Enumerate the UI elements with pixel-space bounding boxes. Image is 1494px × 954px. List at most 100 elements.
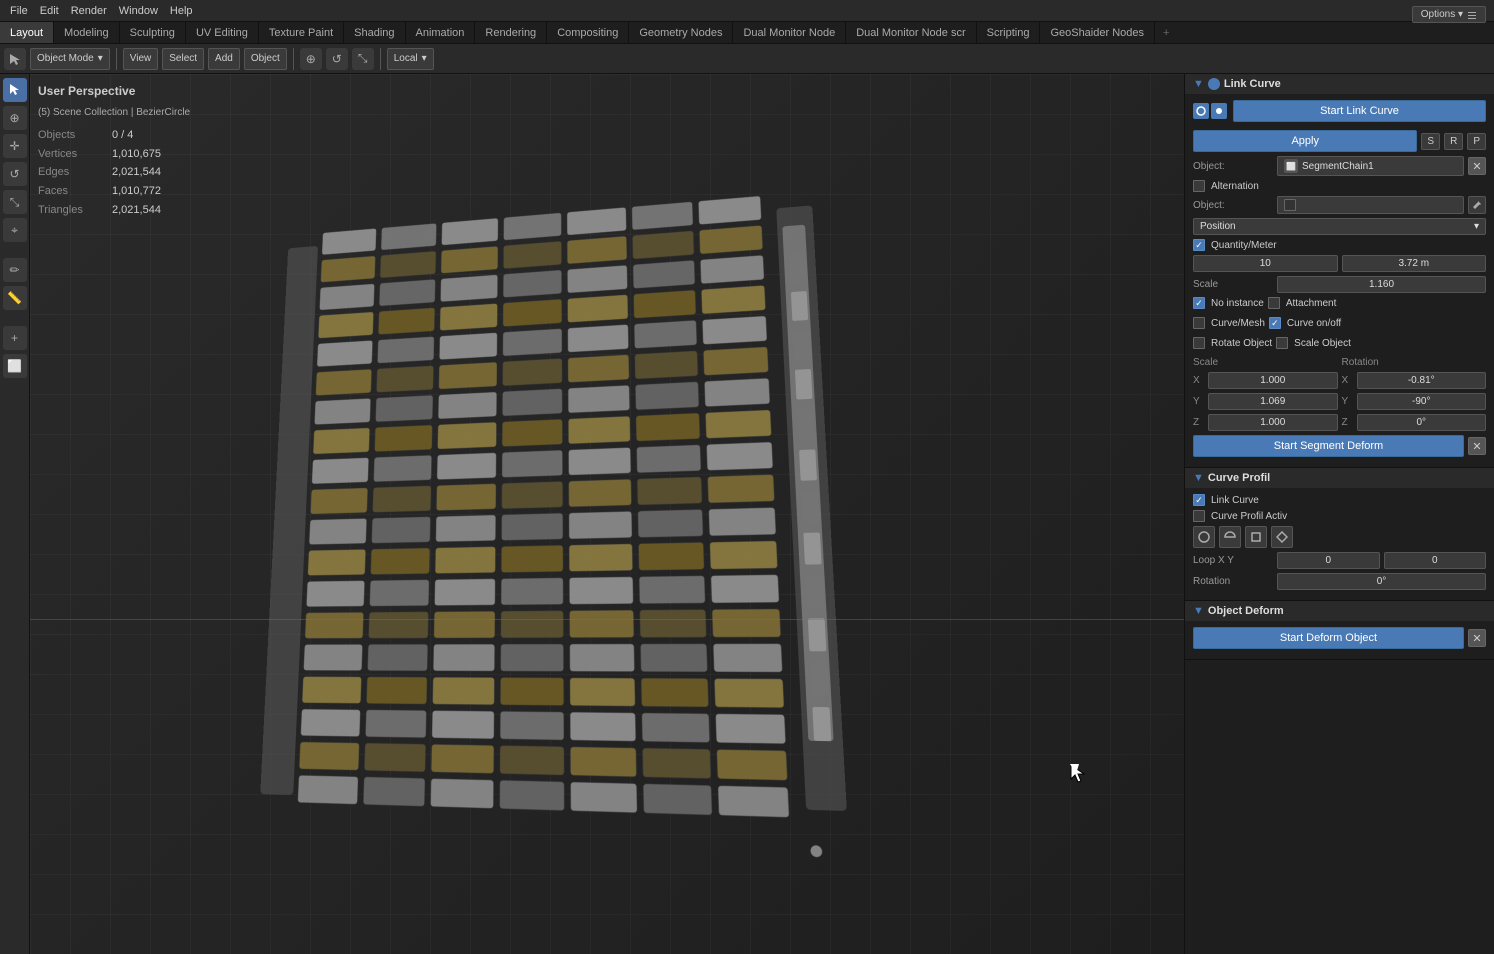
sidebar-move-tool[interactable]: ✛ [3,134,27,158]
tab-uv-editing[interactable]: UV Editing [186,22,259,43]
curve-profil-header[interactable]: ▼ Curve Profil [1185,468,1494,488]
tab-animation[interactable]: Animation [406,22,476,43]
loop-y-value[interactable]: 0 [1384,552,1487,569]
scale-y-value[interactable]: 1.069 [1208,393,1338,410]
loop-xy-label: Loop X Y [1193,555,1273,566]
attachment-label: Attachment [1286,298,1337,309]
start-deform-button[interactable]: Start Deform Object [1193,627,1464,649]
mode-dropdown[interactable]: Object Mode ▾ [30,48,110,70]
add-btn[interactable]: Add [208,48,240,70]
triangles-value: 2,021,544 [112,202,190,220]
scale-object-checkbox[interactable] [1276,337,1288,349]
tab-rendering[interactable]: Rendering [475,22,547,43]
object-deform-header[interactable]: ▼ Object Deform [1185,601,1494,621]
sidebar-annotate-tool[interactable]: ✏ [3,258,27,282]
object2-color-swatch[interactable] [1284,199,1296,211]
tab-geoshaider-nodes[interactable]: GeoShaider Nodes [1040,22,1155,43]
scale-z-value[interactable]: 1.000 [1208,414,1338,431]
scale-x-value[interactable]: 1.000 [1208,372,1338,389]
link-curve-header[interactable]: ▼ Link Curve [1185,74,1494,94]
menu-help[interactable]: Help [164,3,199,19]
toolbar-move-icon[interactable]: ⊕ [300,48,322,70]
tab-scripting[interactable]: Scripting [977,22,1041,43]
profil-link-curve-checkbox[interactable]: ✓ [1193,494,1205,506]
deform-close-btn[interactable]: ✕ [1468,629,1486,647]
apply-button[interactable]: Apply [1193,130,1417,152]
attachment-check: Attachment [1268,297,1337,309]
sidebar-cursor-tool[interactable]: ⊕ [3,106,27,130]
position-dropdown[interactable]: Position ▾ [1193,218,1486,235]
tab-dual-monitor-node-scr[interactable]: Dual Monitor Node scr [846,22,976,43]
apply-p-btn[interactable]: P [1467,133,1486,150]
menu-window[interactable]: Window [113,3,164,19]
faces-label: Faces [38,183,108,201]
segment-deform-close-btn[interactable]: ✕ [1468,437,1486,455]
sidebar-rotate-tool[interactable]: ↺ [3,162,27,186]
select-btn[interactable]: Select [162,48,204,70]
link-curve-arrow: ▼ [1193,78,1204,90]
sidebar-frames-tool[interactable]: ⬜ [3,354,27,378]
sidebar-add-tool[interactable]: + [3,326,27,350]
menu-render[interactable]: Render [65,3,113,19]
object-selector[interactable]: ⬜ SegmentChain1 [1277,156,1464,176]
rot-y-value[interactable]: -90° [1357,393,1487,410]
scale-row: Scale 1.160 [1193,276,1486,293]
object-selector-icon: ⬜ [1284,159,1298,173]
transform-global-dropdown[interactable]: Local ▾ [387,48,434,70]
toolbar-rotate-icon[interactable]: ↺ [326,48,348,70]
object-close-btn[interactable]: ✕ [1468,157,1486,175]
rot-z-value[interactable]: 0° [1357,414,1487,431]
start-link-curve-button[interactable]: Start Link Curve [1233,100,1486,122]
sidebar-measure-tool[interactable]: 📏 [3,286,27,310]
menu-edit[interactable]: Edit [34,3,65,19]
profile-circle-icon[interactable] [1193,526,1215,548]
profile-square-icon[interactable] [1245,526,1267,548]
scene-info: User Perspective (5) Scene Collection | … [38,82,190,219]
curve-mesh-checkbox[interactable] [1193,317,1205,329]
sidebar-transform-tool[interactable]: ⌖ [3,218,27,242]
scale-value[interactable]: 1.160 [1277,276,1486,293]
object-btn[interactable]: Object [244,48,287,70]
no-instance-checkbox[interactable]: ✓ [1193,297,1205,309]
tab-layout[interactable]: Layout [0,22,54,43]
tab-add-plus[interactable]: + [1155,22,1177,43]
profile-diamond-icon[interactable] [1271,526,1293,548]
sidebar-select-tool[interactable] [3,78,27,102]
tab-compositing[interactable]: Compositing [547,22,629,43]
curve-onoff-checkbox[interactable]: ✓ [1269,317,1281,329]
object-label: Object: [1193,161,1273,172]
object2-selector[interactable] [1277,196,1464,214]
tab-texture-paint[interactable]: Texture Paint [259,22,344,43]
profil-rotation-value[interactable]: 0° [1277,573,1486,590]
object2-edit-btn[interactable] [1468,196,1486,214]
view-btn[interactable]: View [123,48,159,70]
tab-geometry-nodes[interactable]: Geometry Nodes [629,22,733,43]
curve-profil-activ-checkbox[interactable] [1193,510,1205,522]
alternation-checkbox[interactable] [1193,180,1205,192]
toolbar-scale-icon[interactable]: ⤡ [352,48,374,70]
quantity-meter-checkbox[interactable]: ✓ [1193,239,1205,251]
start-segment-deform-button[interactable]: Start Segment Deform [1193,435,1464,457]
apply-r-btn[interactable]: R [1444,133,1463,150]
menu-file[interactable]: File [4,3,34,19]
viewport[interactable]: User Perspective (5) Scene Collection | … [30,74,1184,954]
meter-value[interactable]: 3.72 m [1342,255,1487,272]
options-button[interactable]: Options ▾ [1412,6,1486,23]
link-curve-title: Link Curve [1224,78,1281,90]
tab-shading[interactable]: Shading [344,22,405,43]
tab-modeling[interactable]: Modeling [54,22,120,43]
sidebar-scale-tool[interactable]: ⤡ [3,190,27,214]
main-content: ⊕ ✛ ↺ ⤡ ⌖ ✏ 📏 + ⬜ [0,74,1494,954]
apply-s-btn[interactable]: S [1421,133,1440,150]
rotate-object-checkbox[interactable] [1193,337,1205,349]
tab-dual-monitor-node[interactable]: Dual Monitor Node [733,22,846,43]
profile-half-circle-icon[interactable] [1219,526,1241,548]
tab-sculpting[interactable]: Sculpting [120,22,186,43]
loop-x-value[interactable]: 0 [1277,552,1380,569]
curve-onoff-label: Curve on/off [1287,318,1341,329]
toolbar-icon-select[interactable] [4,48,26,70]
rot-x-value[interactable]: -0.81° [1357,372,1487,389]
quantity-value[interactable]: 10 [1193,255,1338,272]
attachment-checkbox[interactable] [1268,297,1280,309]
triangles-label: Triangles [38,202,108,220]
